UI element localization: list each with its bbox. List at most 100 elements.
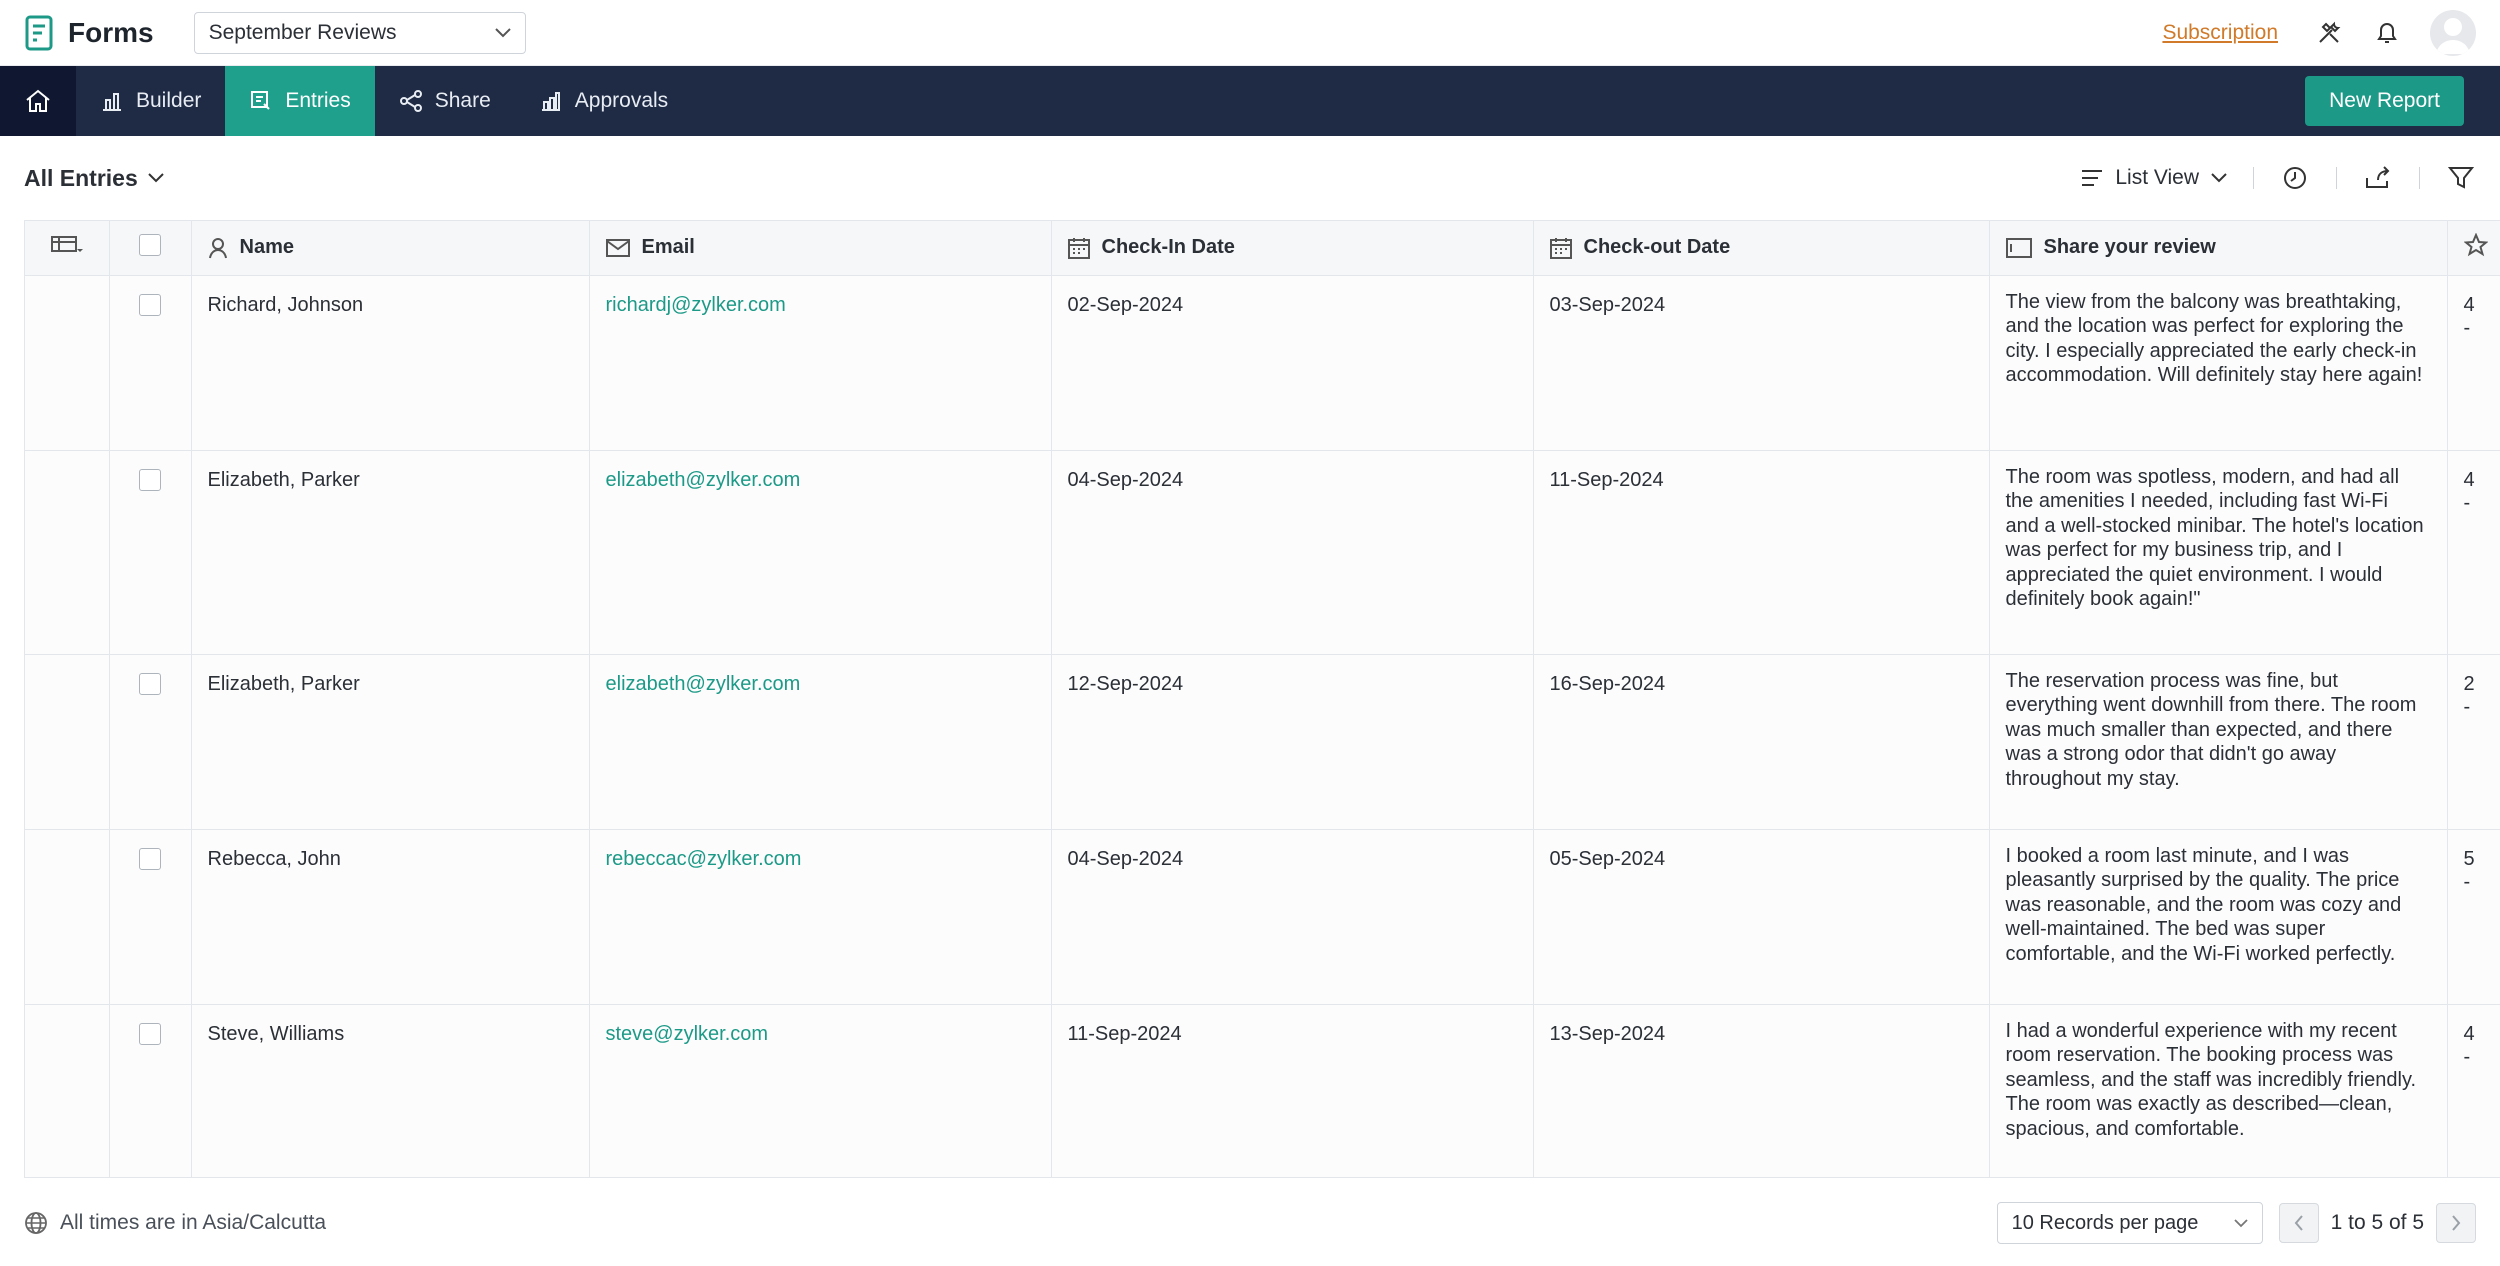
- select-all-checkbox[interactable]: [139, 233, 161, 256]
- nav-builder[interactable]: Builder: [76, 66, 225, 136]
- view-switcher[interactable]: List View: [2081, 166, 2227, 190]
- name-cell: Elizabeth, Parker: [191, 450, 590, 655]
- export-icon[interactable]: [2363, 163, 2393, 193]
- prev-page-button[interactable]: [2278, 1203, 2319, 1243]
- new-report-button[interactable]: New Report: [2305, 76, 2464, 126]
- entries-filter-dropdown[interactable]: All Entries: [24, 165, 164, 192]
- approvals-icon: [541, 92, 560, 111]
- table-row[interactable]: Steve, Williams steve@zylker.com 11-Sep-…: [25, 1004, 2500, 1177]
- table-footer: All times are in Asia/Calcutta 10 Record…: [24, 1196, 2500, 1250]
- name-cell: Elizabeth, Parker: [191, 654, 590, 830]
- column-header-email-label: Email: [641, 236, 695, 259]
- row-checkbox[interactable]: [139, 1022, 161, 1045]
- row-checkbox[interactable]: [139, 847, 161, 870]
- checkin-cell: 04-Sep-2024: [1051, 450, 1534, 655]
- row-select-cell[interactable]: [109, 829, 192, 1005]
- column-settings-cell[interactable]: [25, 221, 110, 276]
- top-bar: Forms September Reviews Subscription: [0, 0, 2500, 66]
- checkout-cell: 11-Sep-2024: [1533, 450, 1990, 655]
- column-header-checkin[interactable]: Check-In Date: [1051, 221, 1534, 276]
- form-selector[interactable]: September Reviews: [193, 11, 526, 54]
- brand[interactable]: Forms: [24, 14, 154, 52]
- email-cell[interactable]: elizabeth@zylker.com: [589, 654, 1052, 830]
- email-cell[interactable]: elizabeth@zylker.com: [589, 450, 1052, 655]
- column-settings-icon: [50, 235, 83, 252]
- column-header-name-label: Name: [239, 236, 294, 259]
- checkout-cell: 05-Sep-2024: [1533, 829, 1990, 1005]
- rating-cell: 4 -: [2447, 275, 2500, 451]
- history-icon[interactable]: [2280, 163, 2310, 193]
- chevron-left-icon: [2294, 1215, 2303, 1231]
- nav-builder-label: Builder: [136, 89, 202, 112]
- column-header-checkout[interactable]: Check-out Date: [1533, 221, 1990, 276]
- main-nav: Builder Entries Share Approvals New Repo…: [0, 66, 2500, 136]
- row-select-cell[interactable]: [109, 654, 192, 830]
- notification-bell-icon[interactable]: [2372, 18, 2402, 48]
- review-cell: The reservation process was fine, but ev…: [1989, 654, 2448, 830]
- column-header-email[interactable]: Email: [589, 221, 1052, 276]
- avatar[interactable]: [2430, 9, 2476, 56]
- row-checkbox[interactable]: [139, 672, 161, 695]
- column-header-rating[interactable]: [2447, 221, 2500, 276]
- row-select-cell[interactable]: [109, 450, 192, 655]
- row-action-cell: [25, 829, 110, 1005]
- column-header-checkin-label: Check-In Date: [1101, 236, 1235, 259]
- chevron-down-icon: [2211, 173, 2227, 183]
- email-cell[interactable]: steve@zylker.com: [589, 1004, 1052, 1177]
- row-checkbox[interactable]: [139, 293, 161, 316]
- checkin-cell: 02-Sep-2024: [1051, 275, 1534, 451]
- entries-table: Name Email Check-In Date Check-out Date …: [24, 220, 2500, 1178]
- star-icon: [2462, 232, 2489, 256]
- row-action-cell: [25, 275, 110, 451]
- table-row[interactable]: Elizabeth, Parker elizabeth@zylker.com 0…: [25, 450, 2500, 655]
- entries-toolbar: All Entries List View: [0, 136, 2500, 220]
- column-header-name[interactable]: Name: [191, 221, 590, 276]
- name-cell: Steve, Williams: [191, 1004, 590, 1177]
- email-cell[interactable]: rebeccac@zylker.com: [589, 829, 1052, 1005]
- review-cell: I had a wonderful experience with my rec…: [1989, 1004, 2448, 1177]
- row-select-cell[interactable]: [109, 275, 192, 451]
- column-header-review-label: Share your review: [2043, 236, 2216, 259]
- name-cell: Rebecca, John: [191, 829, 590, 1005]
- checkin-cell: 12-Sep-2024: [1051, 654, 1534, 830]
- table-header-row: Name Email Check-In Date Check-out Date …: [25, 221, 2500, 276]
- globe-icon: [25, 1212, 47, 1234]
- divider: [2419, 167, 2420, 189]
- table-row[interactable]: Richard, Johnson richardj@zylker.com 02-…: [25, 275, 2500, 451]
- nav-entries-label: Entries: [285, 89, 351, 112]
- column-header-review[interactable]: Share your review: [1989, 221, 2448, 276]
- nav-entries[interactable]: Entries: [225, 66, 375, 136]
- row-action-cell: [25, 1004, 110, 1177]
- table-row[interactable]: Elizabeth, Parker elizabeth@zylker.com 1…: [25, 654, 2500, 830]
- rating-cell: 5 -: [2447, 829, 2500, 1005]
- view-switcher-label: List View: [2115, 166, 2199, 189]
- checkin-cell: 11-Sep-2024: [1051, 1004, 1534, 1177]
- records-per-page-select[interactable]: 10 Records per page: [1996, 1202, 2263, 1244]
- next-page-button[interactable]: [2436, 1203, 2476, 1243]
- review-cell: The room was spotless, modern, and had a…: [1989, 450, 2448, 655]
- home-icon: [26, 89, 50, 112]
- pagination-range: 1 to 5 of 5: [2330, 1211, 2424, 1234]
- records-per-page-value: 10 Records per page: [2011, 1211, 2199, 1234]
- checkout-cell: 16-Sep-2024: [1533, 654, 1990, 830]
- chevron-down-icon: [494, 27, 511, 37]
- email-cell[interactable]: richardj@zylker.com: [589, 275, 1052, 451]
- table-row[interactable]: Rebecca, John rebeccac@zylker.com 04-Sep…: [25, 829, 2500, 1005]
- divider: [2253, 167, 2254, 189]
- nav-share[interactable]: Share: [375, 66, 515, 136]
- chevron-down-icon: [148, 173, 164, 183]
- nav-approvals-label: Approvals: [574, 89, 669, 112]
- row-checkbox[interactable]: [139, 468, 161, 491]
- app-name: Forms: [68, 16, 154, 48]
- filter-icon[interactable]: [2446, 163, 2476, 193]
- tools-icon[interactable]: [2314, 18, 2344, 48]
- nav-approvals[interactable]: Approvals: [515, 66, 692, 136]
- form-selector-value: September Reviews: [208, 20, 397, 44]
- select-all-cell[interactable]: [109, 221, 192, 276]
- home-button[interactable]: [0, 66, 76, 136]
- row-select-cell[interactable]: [109, 1004, 192, 1177]
- rating-cell: 4 -: [2447, 1004, 2500, 1177]
- builder-icon: [103, 93, 121, 111]
- subscription-link[interactable]: Subscription: [2162, 21, 2278, 45]
- review-cell: I booked a room last minute, and I was p…: [1989, 829, 2448, 1005]
